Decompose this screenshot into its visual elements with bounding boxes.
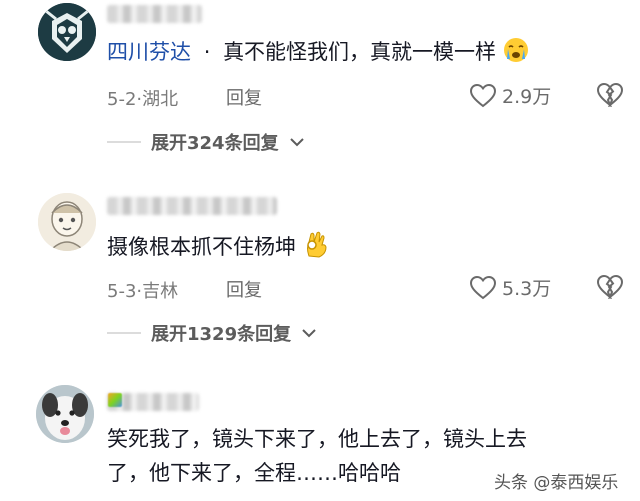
level-badge-icon [108,393,122,407]
comment-location: 湖北 [142,89,179,110]
broken-heart-icon [596,274,624,301]
mention-separator: · [203,40,211,64]
expand-replies-label: 展开1329条回复 [151,324,292,345]
dislike-button[interactable] [596,274,624,303]
divider-line [107,332,141,334]
like-count: 5.3万 [502,278,552,300]
avatar[interactable] [38,193,96,251]
comment-body-line-2: 了，他下来了，全程……哈哈哈 [107,461,401,485]
comment-text: 摄像根本抓不住杨坤 [107,230,329,267]
comment-meta: 5-2·湖北 [107,85,178,111]
comment-body: 真不能怪我们，真就一模一样 [223,40,497,64]
chevron-down-icon [301,324,317,343]
dog-photo-icon [36,385,94,443]
ok-hand-emoji-icon [303,230,329,267]
comment-text: 四川芬达 · 真不能怪我们，真就一模一样 [107,36,529,72]
comment-date: 5-3 [107,281,137,302]
avatar[interactable] [36,385,94,443]
cartoon-face-icon [38,193,96,251]
comment-body-line-1: 笑死我了，镜头下来了，他上去了，镜头上去 [107,427,527,451]
owl-logo-icon [38,3,96,61]
broken-heart-icon [596,82,624,109]
divider-line [107,141,141,143]
heart-icon [470,275,496,299]
username-blurred[interactable] [107,5,202,23]
comment-location: 吉林 [142,281,179,302]
avatar[interactable] [38,3,96,61]
comment-body: 摄像根本抓不住杨坤 [107,235,296,259]
expand-replies[interactable]: 展开324条回复 [107,129,305,155]
like-count: 2.9万 [502,86,552,108]
like-button[interactable]: 5.3万 [470,274,551,301]
comment-meta: 5-3·吉林 [107,277,178,303]
reply-button[interactable]: 回复 [226,84,262,110]
username-blurred[interactable] [107,197,277,215]
mention-tag[interactable]: 四川芬达 [107,40,191,64]
crying-emoji-icon [503,37,529,72]
chevron-down-icon [289,133,305,152]
dislike-button[interactable] [596,82,624,111]
watermark: 头条 @泰西娱乐 [488,466,625,495]
like-button[interactable]: 2.9万 [470,82,551,109]
comment-date: 5-2 [107,89,137,110]
comment-text: 笑死我了，镜头下来了，他上去了，镜头上去 了，他下来了，全程……哈哈哈 [107,422,527,490]
heart-icon [470,83,496,107]
expand-replies-label: 展开324条回复 [151,133,279,154]
reply-button[interactable]: 回复 [226,276,262,302]
expand-replies[interactable]: 展开1329条回复 [107,320,317,346]
